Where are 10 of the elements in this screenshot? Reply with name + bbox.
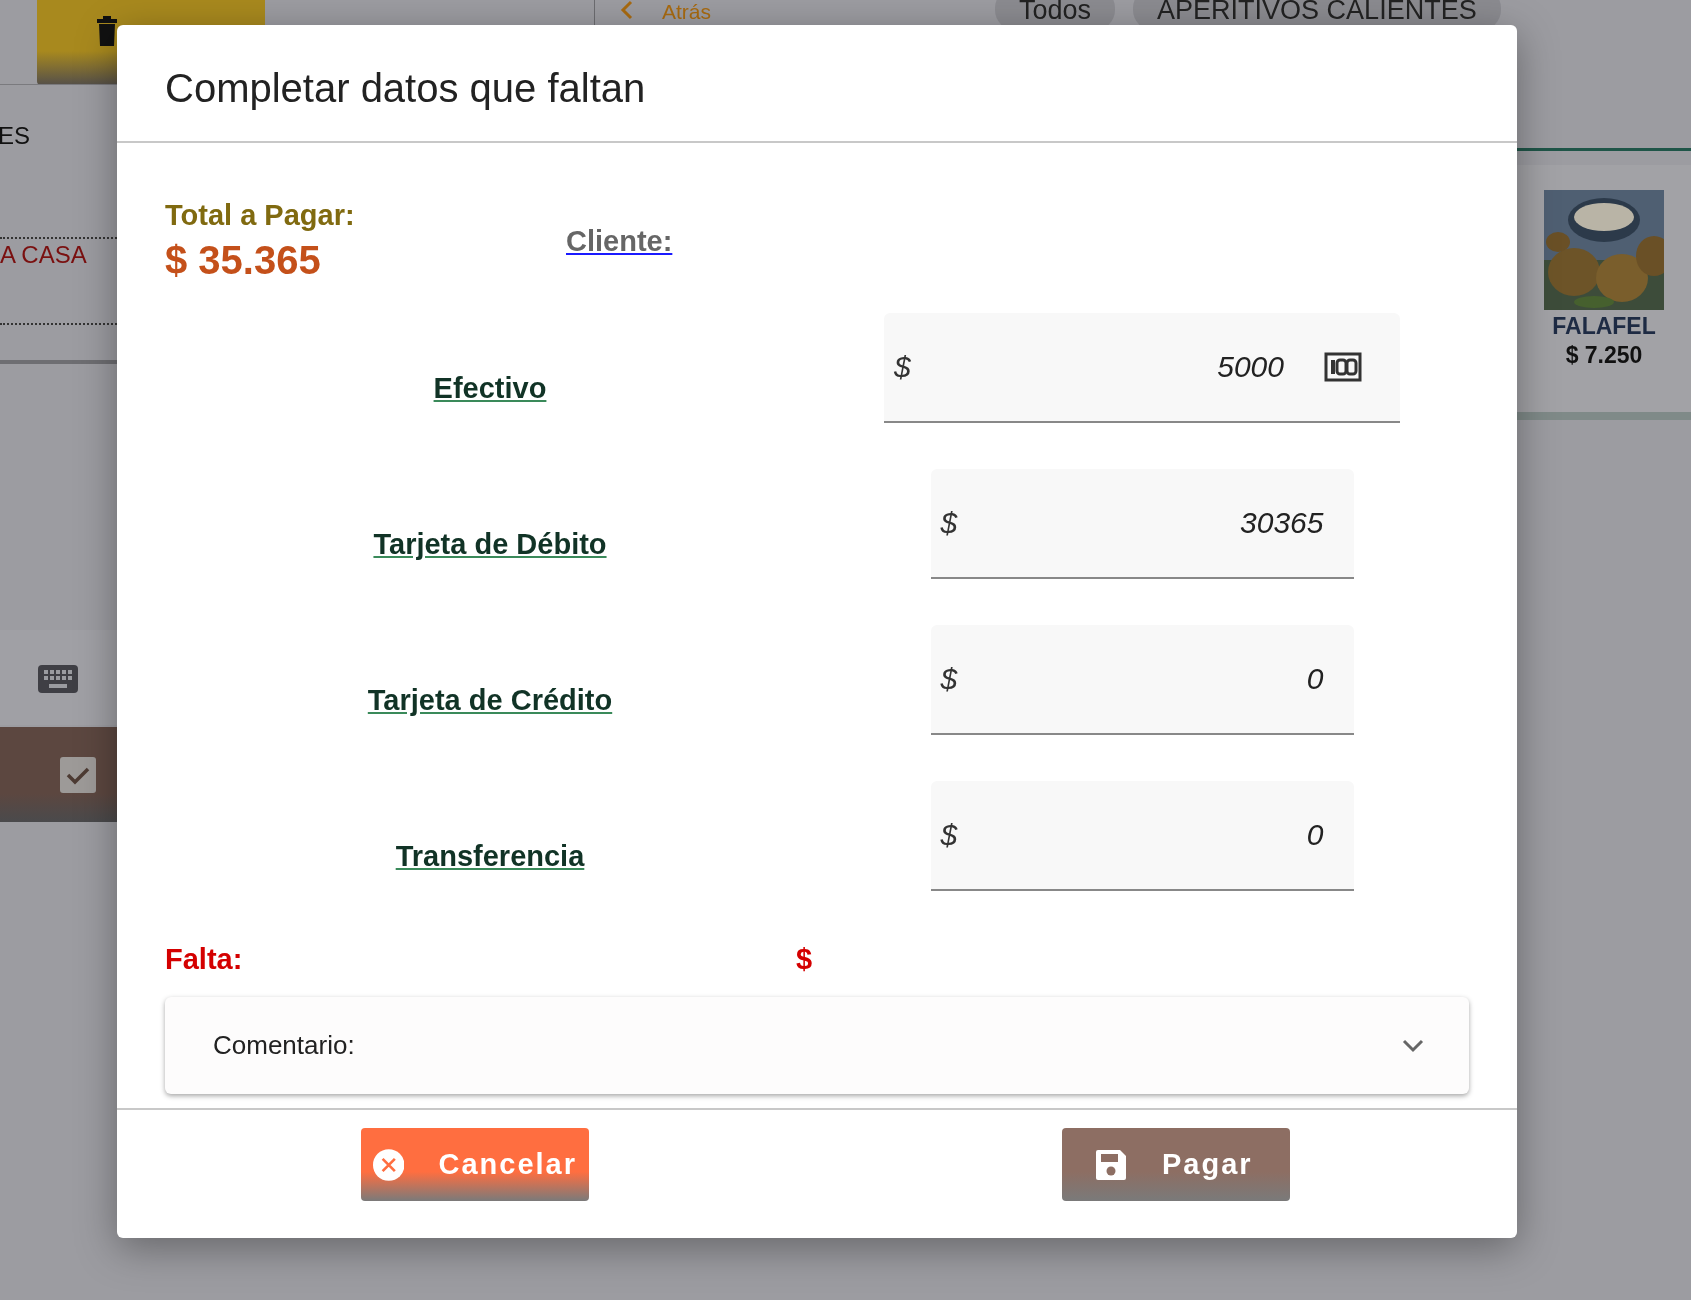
total-label: Total a Pagar: xyxy=(165,199,356,232)
total-amount: $ 35.365 xyxy=(165,238,322,283)
product-name: FALAFEL xyxy=(1552,313,1656,340)
order-text: ES xyxy=(0,122,30,150)
missing-amount: $ xyxy=(796,942,813,976)
missing-label: Falta: xyxy=(165,942,244,976)
comment-label: Comentario: xyxy=(213,1030,355,1061)
dialog-title: Completar datos que faltan xyxy=(165,64,646,111)
order-text: A CASA xyxy=(0,241,87,269)
product-price: $ 7.250 xyxy=(1565,342,1643,369)
